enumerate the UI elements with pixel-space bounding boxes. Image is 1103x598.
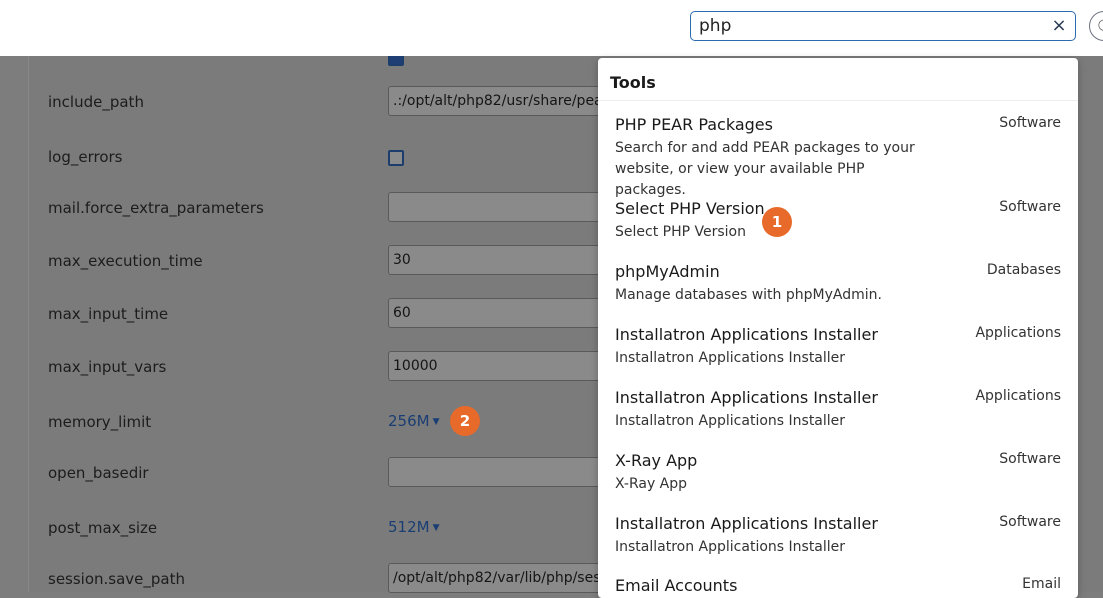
result-item[interactable]: Email Accounts Email bbox=[598, 576, 1078, 598]
result-category: Software bbox=[999, 115, 1061, 131]
result-category: Software bbox=[999, 514, 1061, 530]
result-description: Installatron Applications Installer bbox=[615, 413, 846, 429]
setting-label-log-errors: log_errors bbox=[48, 148, 123, 166]
result-title: Select PHP Version bbox=[615, 199, 765, 218]
memory-limit-value: 256M bbox=[388, 412, 430, 430]
result-item[interactable]: Installatron Applications Installer Appl… bbox=[598, 388, 1078, 433]
result-category: Software bbox=[999, 451, 1061, 467]
result-title: X-Ray App bbox=[615, 451, 698, 470]
post-max-size-value: 512M bbox=[388, 518, 430, 536]
user-icon: ◯ bbox=[1098, 18, 1103, 31]
setting-label-open-basedir: open_basedir bbox=[48, 464, 149, 482]
result-category: Databases bbox=[986, 262, 1061, 278]
max-execution-time-field[interactable]: 30 bbox=[388, 245, 618, 275]
result-title: phpMyAdmin bbox=[615, 262, 720, 281]
memory-limit-select[interactable]: 256M ▼ bbox=[388, 412, 440, 430]
step-badge-1: 1 bbox=[762, 207, 792, 237]
result-category: Applications bbox=[975, 325, 1061, 341]
result-title: Installatron Applications Installer bbox=[615, 325, 878, 344]
result-item[interactable]: phpMyAdmin Databases Manage databases wi… bbox=[598, 262, 1078, 307]
result-description: Installatron Applications Installer bbox=[615, 350, 846, 366]
divider bbox=[598, 100, 1078, 101]
user-menu-button[interactable]: ◯ bbox=[1089, 11, 1103, 41]
search-box[interactable]: × bbox=[690, 11, 1076, 41]
result-item[interactable]: X-Ray App Software X-Ray App bbox=[598, 451, 1078, 496]
caret-down-icon: ▼ bbox=[432, 417, 440, 427]
result-item[interactable]: Installatron Applications Installer Soft… bbox=[598, 514, 1078, 559]
result-description: Manage databases with phpMyAdmin. bbox=[615, 287, 882, 303]
result-description: X-Ray App bbox=[615, 476, 688, 492]
step-badge-2: 2 bbox=[450, 406, 480, 436]
result-category: Email bbox=[1022, 576, 1061, 592]
setting-label-include-path: include_path bbox=[48, 93, 144, 111]
result-item[interactable]: Installatron Applications Installer Appl… bbox=[598, 325, 1078, 370]
result-title: Installatron Applications Installer bbox=[615, 514, 878, 533]
post-max-size-select[interactable]: 512M ▼ bbox=[388, 518, 440, 536]
result-category: Software bbox=[999, 199, 1061, 215]
open-basedir-field[interactable] bbox=[388, 457, 618, 487]
include-path-field[interactable]: .:/opt/alt/php82/usr/share/pear:/o bbox=[388, 86, 618, 116]
setting-label-max-execution-time: max_execution_time bbox=[48, 252, 203, 270]
result-title: Email Accounts bbox=[615, 576, 738, 595]
result-title: Installatron Applications Installer bbox=[615, 388, 878, 407]
log-errors-checkbox[interactable] bbox=[388, 150, 404, 166]
session-save-path-field[interactable]: /opt/alt/php82/var/lib/php/sessio bbox=[388, 563, 618, 593]
result-category: Applications bbox=[975, 388, 1061, 404]
setting-label-max-input-time: max_input_time bbox=[48, 305, 169, 323]
setting-label-session-save-path: session.save_path bbox=[48, 570, 186, 588]
setting-label-max-input-vars: max_input_vars bbox=[48, 358, 167, 376]
clear-search-icon[interactable]: × bbox=[1049, 16, 1069, 36]
result-description: Search for and add PEAR packages to your… bbox=[615, 140, 915, 198]
max-input-vars-field[interactable]: 10000 bbox=[388, 351, 618, 381]
result-item[interactable]: PHP PEAR Packages Software Search for an… bbox=[598, 115, 1078, 198]
mail-force-extra-parameters-field[interactable] bbox=[388, 192, 618, 222]
result-description: Installatron Applications Installer bbox=[615, 539, 846, 555]
results-section-heading: Tools bbox=[610, 73, 656, 92]
setting-label-memory-limit: memory_limit bbox=[48, 413, 152, 431]
setting-label-post-max-size: post_max_size bbox=[48, 519, 158, 537]
max-input-time-field[interactable]: 60 bbox=[388, 298, 618, 328]
setting-label-mail-force-extra-parameters: mail.force_extra_parameters bbox=[48, 199, 264, 217]
result-item[interactable]: Select PHP Version Software Select PHP V… bbox=[598, 199, 1078, 244]
search-input[interactable] bbox=[699, 15, 1039, 37]
result-title: PHP PEAR Packages bbox=[615, 115, 773, 134]
top-header: × ◯ bbox=[0, 0, 1103, 56]
caret-down-icon: ▼ bbox=[432, 523, 440, 533]
search-results-dropdown: Tools PHP PEAR Packages Software Search … bbox=[598, 58, 1078, 598]
